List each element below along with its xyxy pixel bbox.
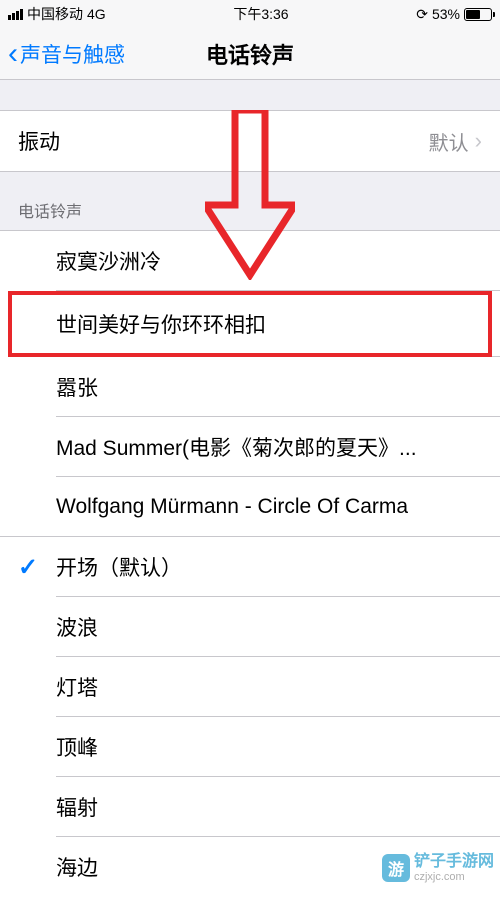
back-label: 声音与触感: [20, 39, 125, 69]
vibration-value: 默认: [429, 127, 469, 156]
status-time: 下午3:36: [233, 4, 288, 24]
orientation-lock-icon: ⟳: [416, 6, 428, 23]
ringtone-label: 灯塔: [56, 672, 98, 702]
vibration-label: 振动: [18, 126, 60, 156]
ringtone-label: 嚣张: [56, 372, 98, 402]
ringtone-row[interactable]: Wolfgang Mürmann - Circle Of Carma: [0, 477, 500, 537]
ringtone-row[interactable]: 嚣张: [0, 357, 500, 417]
watermark: 游 铲子手游网 czjxjc.com: [382, 853, 494, 883]
ringtone-label: 寂寞沙洲冷: [56, 246, 161, 276]
watermark-url: czjxjc.com: [414, 871, 494, 883]
network-label: 4G: [87, 6, 106, 22]
ringtone-label: Wolfgang Mürmann - Circle Of Carma: [56, 495, 408, 519]
battery-icon: [464, 8, 492, 21]
ringtone-row-highlighted[interactable]: 世间美好与你环环相扣: [0, 291, 500, 357]
chevron-right-icon: ›: [475, 128, 482, 154]
ringtone-row[interactable]: 辐射: [0, 777, 500, 837]
carrier-label: 中国移动: [27, 4, 83, 24]
ringtone-label: 世间美好与你环环相扣: [56, 309, 266, 339]
ringtone-row-default[interactable]: ✓ 开场（默认）: [0, 537, 500, 597]
chevron-left-icon: ‹: [8, 39, 18, 69]
ringtone-row[interactable]: 灯塔: [0, 657, 500, 717]
battery-pct: 53%: [432, 6, 460, 22]
ringtone-label: 波浪: [56, 612, 98, 642]
ringtone-row[interactable]: 顶峰: [0, 717, 500, 777]
ringtone-row[interactable]: 波浪: [0, 597, 500, 657]
signal-icon: [8, 9, 23, 20]
watermark-logo-icon: 游: [382, 854, 410, 882]
ringtone-label: 海边: [56, 852, 98, 882]
watermark-title: 铲子手游网: [414, 853, 494, 871]
ringtone-label: 开场（默认）: [56, 552, 182, 582]
ringtone-label: 辐射: [56, 792, 98, 822]
ringtone-row[interactable]: Mad Summer(电影《菊次郎的夏天》...: [0, 417, 500, 477]
annotation-arrow-icon: [205, 110, 295, 285]
nav-bar: ‹ 声音与触感 电话铃声: [0, 28, 500, 80]
ringtone-label: 顶峰: [56, 732, 98, 762]
back-button[interactable]: ‹ 声音与触感: [0, 39, 125, 69]
checkmark-icon: ✓: [18, 553, 38, 582]
status-bar: 中国移动 4G 下午3:36 ⟳ 53%: [0, 0, 500, 28]
ringtone-label: Mad Summer(电影《菊次郎的夏天》...: [56, 432, 417, 462]
